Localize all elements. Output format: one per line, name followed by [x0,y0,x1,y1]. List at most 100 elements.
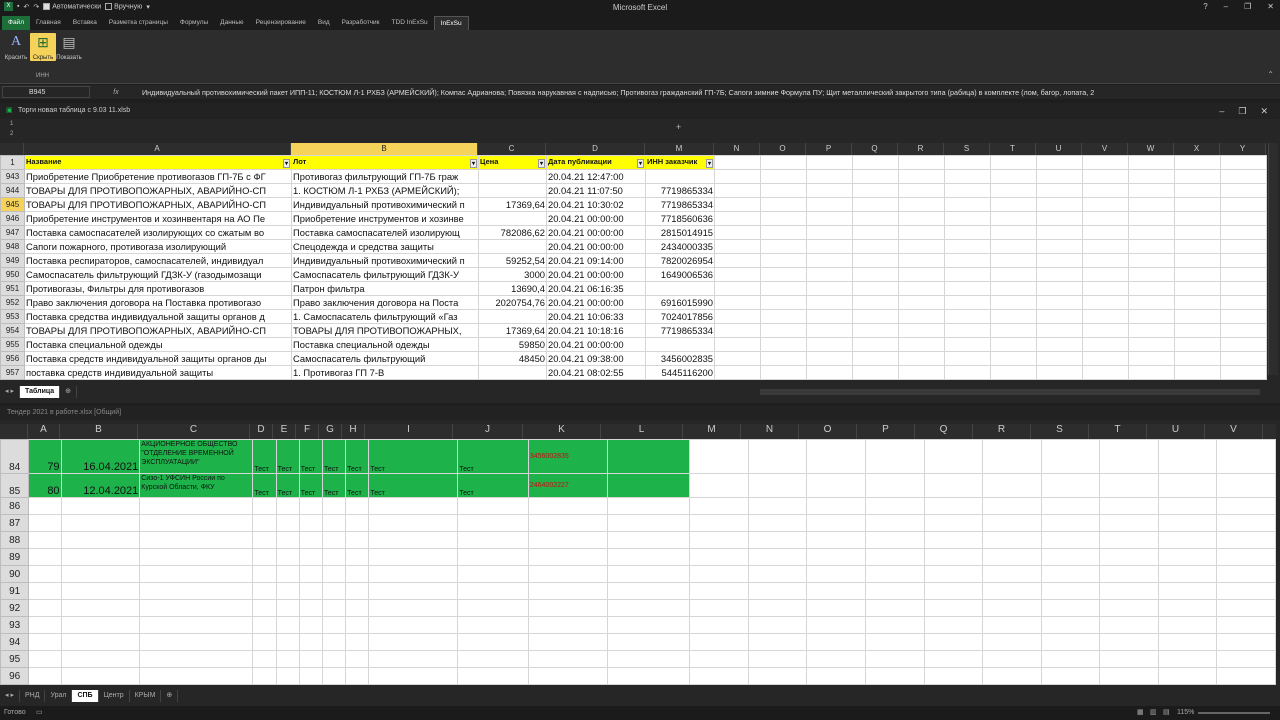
column-header-T[interactable]: T [990,143,1036,155]
cell-empty[interactable] [368,667,459,685]
cell-empty[interactable] [28,497,62,515]
cell-c[interactable] [478,183,547,198]
cell-empty[interactable] [806,548,866,566]
cell-empty[interactable] [760,365,807,380]
cell-empty[interactable] [60,531,141,549]
cell-empty[interactable] [1216,565,1276,583]
cell-empty[interactable] [982,582,1042,600]
cell-empty[interactable] [1040,514,1101,532]
cell-empty[interactable] [1220,239,1267,254]
column-header-A[interactable]: A [28,424,60,439]
cell-empty[interactable] [806,650,866,668]
cell-empty[interactable] [1036,337,1083,352]
cell-empty[interactable] [852,211,899,226]
cell-empty[interactable] [527,582,608,600]
cell-c[interactable] [478,239,547,254]
tab-8[interactable]: Разработчик [336,16,386,30]
cell-empty[interactable] [321,633,347,651]
cell-empty[interactable] [1128,155,1175,170]
cell-empty[interactable] [60,582,141,600]
cell-empty[interactable] [298,497,323,515]
cell-empty[interactable] [760,281,807,296]
column-header-C[interactable]: C [138,424,250,439]
header-cell-m[interactable]: ИНН заказчик ▾ [645,155,715,170]
cell-empty[interactable] [28,633,62,651]
cell-empty[interactable] [457,514,529,532]
cell-empty[interactable] [298,565,323,583]
cell-empty[interactable] [345,548,370,566]
cell-empty[interactable] [139,633,254,651]
cell-empty[interactable] [760,225,807,240]
cell-empty[interactable] [982,599,1042,617]
cell-empty[interactable] [457,633,529,651]
cell-empty[interactable] [1174,183,1221,198]
cell-a[interactable]: Противогазы, Фильтры для противогазов [24,281,292,296]
cell-empty[interactable] [923,439,984,474]
cell-empty[interactable] [1216,650,1276,668]
cell-empty[interactable] [806,267,853,282]
cell-empty[interactable] [527,599,608,617]
cell-a[interactable]: Приобретение инструментов и хозинвентаря… [24,211,292,226]
cell-empty[interactable] [1082,281,1129,296]
cell-empty[interactable] [139,497,254,515]
filter-dropdown-icon[interactable]: ▾ [282,159,290,168]
insert-function-icon[interactable]: fx [90,89,142,96]
cell-empty[interactable] [139,531,254,549]
cell-empty[interactable] [606,531,691,549]
cell-empty[interactable] [852,351,899,366]
cell-empty[interactable] [1099,473,1159,498]
cell-empty[interactable] [1157,473,1218,498]
cell-empty[interactable] [457,599,529,617]
row-header[interactable]: 947 [0,225,25,240]
cell-empty[interactable] [747,531,808,549]
cell-empty[interactable] [714,309,761,324]
cell-empty[interactable] [1174,211,1221,226]
cell-empty[interactable] [747,667,808,685]
cell-empty[interactable] [1128,239,1175,254]
column-header-C[interactable]: C [478,143,546,155]
cell-empty[interactable] [368,531,459,549]
cell-empty[interactable] [747,582,808,600]
cell-empty[interactable] [275,667,300,685]
zoom-slider[interactable] [1198,712,1270,714]
cell-empty[interactable] [990,323,1037,338]
cell-empty[interactable] [1128,337,1175,352]
cell-empty[interactable] [689,497,749,515]
cell-empty[interactable] [760,295,807,310]
cell-empty[interactable] [923,473,984,498]
cell-d[interactable]: 20.04.21 10:06:33 [546,309,646,324]
cell-empty[interactable] [1040,582,1101,600]
cell-empty[interactable] [714,323,761,338]
cell-a[interactable]: Приобретение Приобретение противогазов Г… [24,169,292,184]
view-pagebreak-icon[interactable]: ▤ [1163,708,1170,716]
cell-m[interactable]: 7024017856 [645,309,715,324]
row-header[interactable]: 92 [0,599,30,617]
cell-empty[interactable] [298,548,323,566]
cell-empty[interactable] [806,565,866,583]
cell-e[interactable]: Тест [275,439,300,474]
row-header[interactable]: 95 [0,650,30,668]
cell-empty[interactable] [1036,323,1083,338]
horizontal-scrollbar[interactable] [760,389,1260,395]
cell-empty[interactable] [1099,548,1159,566]
cell-a[interactable]: 79 [28,439,62,474]
cell-empty[interactable] [321,497,347,515]
cell-empty[interactable] [457,548,529,566]
cell-empty[interactable] [852,183,899,198]
cell-empty[interactable] [1157,582,1218,600]
cell-empty[interactable] [457,667,529,685]
cell-j[interactable]: Тест [457,473,529,498]
cell-empty[interactable] [990,351,1037,366]
macro-record-icon[interactable]: ▭ [36,708,43,716]
cell-empty[interactable] [923,650,984,668]
cell-empty[interactable] [606,616,691,634]
cell-empty[interactable] [898,183,945,198]
cell-c[interactable]: АКЦИОНЕРНОЕ ОБЩЕСТВО "ОТДЕЛЕНИЕ ВРЕМЕННО… [139,439,254,474]
cell-empty[interactable] [982,531,1042,549]
cell-empty[interactable] [321,565,347,583]
cell-empty[interactable] [252,514,277,532]
cell-empty[interactable] [527,650,608,668]
show-button[interactable]: ▤ Показать [56,33,82,61]
sheet-tab-4[interactable]: КРЫМ [130,690,162,702]
cell-empty[interactable] [760,351,807,366]
